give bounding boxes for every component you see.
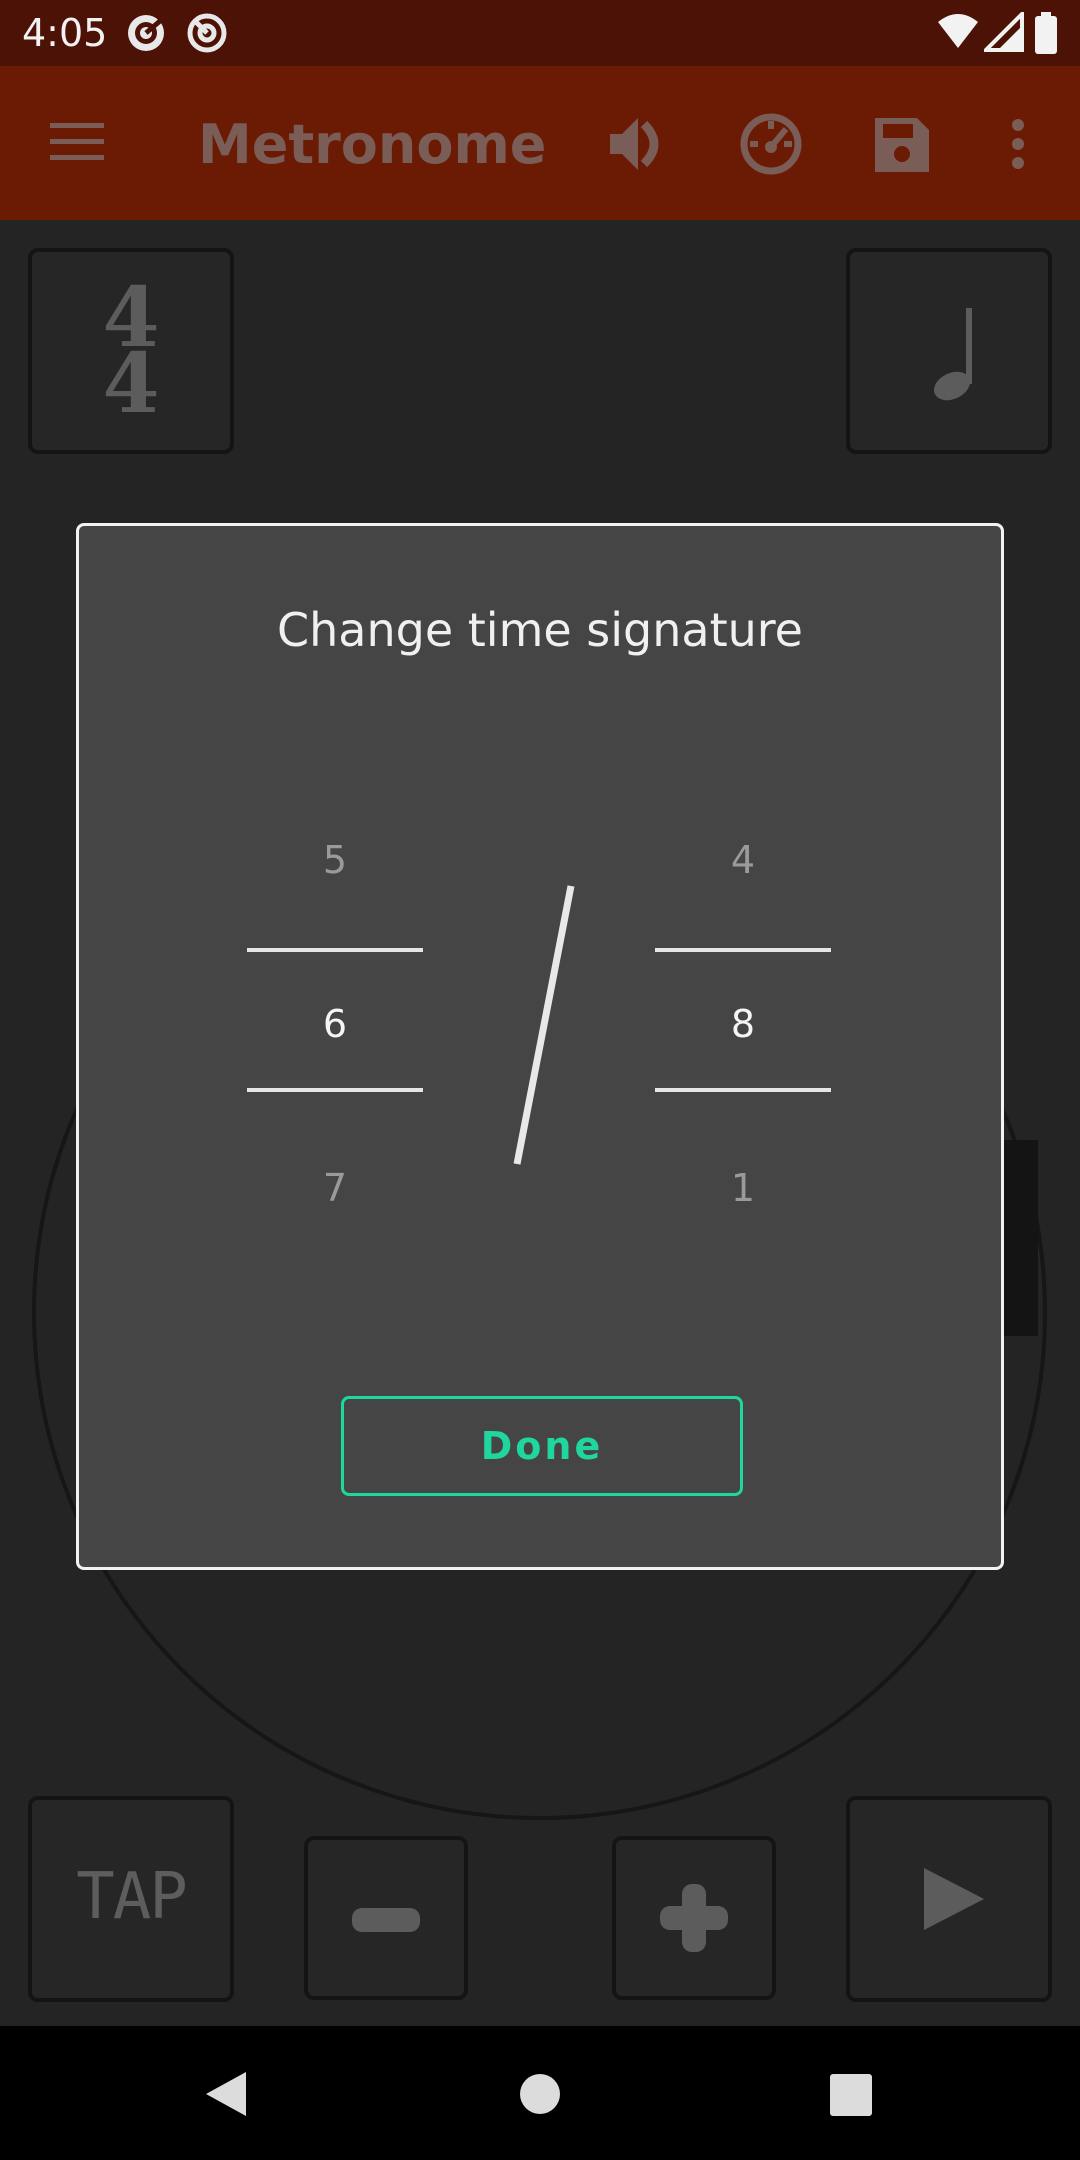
back-icon[interactable]	[204, 2070, 248, 2118]
battery-icon	[1035, 12, 1057, 54]
home-icon[interactable]	[518, 2072, 562, 2116]
speedometer-icon[interactable]	[738, 111, 804, 177]
denominator-top-divider	[655, 948, 831, 952]
increase-tempo-button[interactable]	[612, 1836, 776, 2000]
decrease-tempo-button[interactable]	[304, 1836, 468, 2000]
play-icon	[924, 1868, 984, 1930]
status-time: 4:05	[22, 11, 108, 55]
tap-label: TAP	[76, 1860, 188, 1934]
app-title: Metronome	[198, 113, 547, 176]
metronome-notification-icon	[128, 15, 164, 51]
numerator-bottom-divider	[247, 1088, 423, 1092]
play-button[interactable]	[846, 1796, 1052, 2002]
done-button[interactable]: Done	[341, 1396, 743, 1496]
numerator-below[interactable]: 7	[247, 1166, 423, 1210]
numerator-selected[interactable]: 6	[247, 1002, 423, 1046]
plus-icon	[660, 1884, 728, 1952]
volume-icon[interactable]	[608, 116, 668, 172]
slash-divider	[513, 885, 575, 1165]
numerator-top-divider	[247, 948, 423, 952]
screen: 4:05 Metronome 4 4 TAP Change time signa…	[0, 0, 1080, 2160]
more-options-icon[interactable]	[1010, 118, 1026, 170]
denominator-selected[interactable]: 8	[655, 1002, 831, 1046]
note-value-button[interactable]	[846, 248, 1052, 454]
cellular-signal-icon	[984, 12, 1024, 52]
denominator-below[interactable]: 1	[655, 1166, 831, 1210]
app-bar: Metronome	[0, 66, 1080, 220]
beat-indicator	[1000, 1140, 1038, 1336]
wifi-icon	[938, 14, 978, 48]
recents-icon[interactable]	[830, 2074, 872, 2116]
minus-icon	[352, 1908, 420, 1932]
numerator-above[interactable]: 5	[247, 838, 423, 882]
denominator-above[interactable]: 4	[655, 838, 831, 882]
quarter-note-icon	[933, 308, 972, 401]
time-signature-dialog: Change time signature 5 6 7 4 8 1 Done	[76, 523, 1004, 1570]
time-signature-bottom: 4	[102, 336, 160, 432]
tap-tempo-button[interactable]: TAP	[28, 1796, 234, 2002]
time-signature-button[interactable]: 4 4	[28, 248, 234, 454]
menu-icon[interactable]	[50, 121, 104, 161]
save-icon[interactable]	[873, 116, 931, 174]
status-bar: 4:05	[0, 0, 1080, 66]
sync-notification-icon	[187, 13, 227, 53]
dialog-title: Change time signature	[277, 603, 803, 657]
navigation-bar	[0, 2026, 1080, 2160]
denominator-bottom-divider	[655, 1088, 831, 1092]
